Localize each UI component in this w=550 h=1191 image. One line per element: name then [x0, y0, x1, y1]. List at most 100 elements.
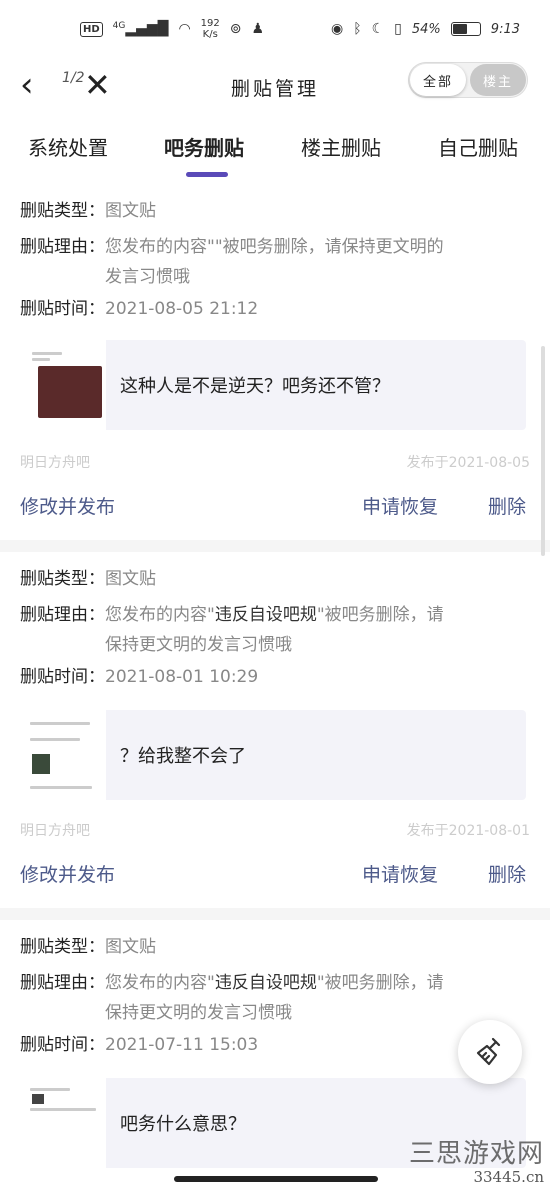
- time-value: 2021-08-05 21:12: [105, 299, 259, 319]
- request-restore-button[interactable]: 申请恢复: [362, 492, 438, 519]
- time-row: 删贴时间： 2021-08-05 21:12: [20, 294, 520, 324]
- page-indicator: 1/2: [62, 70, 85, 86]
- thumbnail-text-line: [30, 786, 92, 789]
- close-icon[interactable]: ✕: [84, 68, 111, 102]
- post-meta: 明日方舟吧 发布于2021-08-05: [20, 452, 530, 472]
- reason-value: 您发布的内容"违反自设吧规"被吧务删除，请 保持更文明的发言习惯哦: [105, 600, 444, 660]
- reason-prefix: 您发布的内容": [105, 605, 215, 625]
- back-arrow-icon[interactable]: ‹: [20, 68, 54, 104]
- do-not-disturb-icon: ☾: [371, 21, 385, 37]
- thumbnail-image: [32, 1094, 44, 1104]
- thumbnail-image: [38, 366, 102, 418]
- thumbnail-text-line: [30, 1108, 96, 1111]
- status-right: ◉ ᛒ ☾ ▯ 54% 9:13: [331, 21, 520, 37]
- thumbnail-text-line: [32, 352, 62, 355]
- battery-percent: 54%: [411, 21, 441, 37]
- tab-bar: 系统处置 吧务删贴 楼主删贴 自己删贴: [0, 128, 550, 178]
- delete-button[interactable]: 删除: [488, 492, 526, 519]
- type-value: 图文贴: [105, 569, 156, 589]
- delete-button[interactable]: 删除: [488, 860, 526, 887]
- filter-toggle[interactable]: 全部 楼主: [408, 62, 528, 98]
- reason-value: 您发布的内容"违反自设吧规"被吧务删除，请 保持更文明的发言习惯哦: [105, 968, 444, 1028]
- thumbnail-text-line: [30, 738, 80, 741]
- reason-highlight: 违反自设吧规: [214, 973, 317, 993]
- time-label: 删贴时间：: [20, 667, 105, 687]
- network-speed: 192 K/s: [201, 18, 220, 40]
- active-tab-indicator: [186, 172, 228, 177]
- reason-label: 删贴理由：: [20, 605, 105, 625]
- publish-date: 发布于2021-08-05: [406, 455, 530, 471]
- vibrate-icon: ▯: [394, 21, 402, 37]
- tab-owner-deleted[interactable]: 楼主删贴: [301, 132, 381, 161]
- time-row: 删贴时间： 2021-08-01 10:29: [20, 662, 520, 692]
- watermark-title: 三思游戏网: [408, 1139, 544, 1169]
- notification-app-icon: ⊚: [229, 21, 242, 37]
- type-label: 删贴类型：: [20, 569, 105, 589]
- toggle-owner-option[interactable]: 楼主: [470, 64, 526, 96]
- scrollbar[interactable]: [541, 346, 545, 556]
- reason-suffix: "被吧务删除，请: [316, 605, 444, 625]
- reason-row: 删贴理由： 您发布的内容"违反自设吧规"被吧务删除，请 保持更文明的发言习惯哦: [20, 968, 520, 1028]
- forum-name[interactable]: 明日方舟吧: [20, 452, 90, 472]
- reason-label: 删贴理由：: [20, 973, 105, 993]
- time-value: 2021-07-11 15:03: [105, 1035, 259, 1055]
- reason-line-1: 您发布的内容""被吧务删除，请保持更文明的: [105, 237, 444, 257]
- reason-row: 删贴理由： 您发布的内容""被吧务删除，请保持更文明的 发言习惯哦: [20, 232, 520, 292]
- post-preview[interactable]: ？给我整不会了: [20, 710, 526, 800]
- clock: 9:13: [490, 21, 520, 37]
- tab-system-handling[interactable]: 系统处置: [28, 132, 108, 161]
- tab-moderator-deleted[interactable]: 吧务删贴: [164, 132, 244, 161]
- reason-line-2: 保持更文明的发言习惯哦: [105, 635, 292, 655]
- speed-unit: K/s: [202, 29, 218, 40]
- post-thumbnail: [20, 1078, 106, 1168]
- thumbnail-text-line: [32, 358, 50, 361]
- type-value: 图文贴: [105, 201, 156, 221]
- reason-suffix: "被吧务删除，请: [316, 973, 444, 993]
- time-value: 2021-08-01 10:29: [105, 667, 259, 687]
- action-row: 修改并发布 申请恢复 删除: [20, 860, 530, 896]
- thumbnail-image: [32, 754, 50, 774]
- card-separator: [0, 540, 550, 552]
- type-value: 图文贴: [105, 937, 156, 957]
- toggle-all-option[interactable]: 全部: [410, 64, 466, 96]
- type-row: 删贴类型： 图文贴: [20, 196, 520, 226]
- broom-icon: [476, 1037, 501, 1066]
- deleted-post-card: 删贴类型： 图文贴 删贴理由： 您发布的内容""被吧务删除，请保持更文明的 发言…: [0, 190, 550, 538]
- card-separator: [0, 908, 550, 920]
- post-thumbnail: [20, 710, 106, 800]
- reason-row: 删贴理由： 您发布的内容"违反自设吧规"被吧务删除，请 保持更文明的发言习惯哦: [20, 600, 520, 660]
- home-indicator[interactable]: [174, 1176, 378, 1182]
- request-restore-button[interactable]: 申请恢复: [362, 860, 438, 887]
- bluetooth-icon: ᛒ: [353, 21, 362, 37]
- speed-value: 192: [200, 18, 220, 29]
- post-thumbnail: [20, 340, 106, 430]
- clear-broom-button[interactable]: [458, 1020, 522, 1084]
- status-left: HD 4G▂▄▆█ ◠ 192 K/s ⊚ ♟: [80, 18, 264, 40]
- type-label: 删贴类型：: [20, 201, 105, 221]
- publish-date: 发布于2021-08-01: [406, 823, 530, 839]
- network-type: 4G: [112, 21, 126, 31]
- reason-value: 您发布的内容""被吧务删除，请保持更文明的 发言习惯哦: [105, 232, 444, 292]
- deleted-post-card: 删贴类型： 图文贴 删贴理由： 您发布的内容"违反自设吧规"被吧务删除，请 保持…: [0, 558, 550, 906]
- action-row: 修改并发布 申请恢复 删除: [20, 492, 530, 528]
- wifi-icon: ◠: [178, 21, 191, 37]
- reason-label: 删贴理由：: [20, 237, 105, 257]
- post-content: 这种人是不是逆天？吧务还不管？: [120, 376, 390, 397]
- edit-republish-button[interactable]: 修改并发布: [20, 492, 115, 519]
- post-preview[interactable]: 这种人是不是逆天？吧务还不管？: [20, 340, 526, 430]
- post-content: 吧务什么意思？: [120, 1114, 246, 1135]
- forum-name[interactable]: 明日方舟吧: [20, 820, 90, 840]
- cellular-signal-icon: 4G▂▄▆█: [112, 21, 169, 37]
- thumbnail-text-line: [30, 722, 90, 725]
- type-label: 删贴类型：: [20, 937, 105, 957]
- tab-self-deleted[interactable]: 自己删贴: [438, 132, 518, 161]
- hd-badge: HD: [80, 21, 103, 37]
- battery-icon: [450, 22, 481, 36]
- eye-comfort-icon: ◉: [330, 21, 344, 37]
- type-row: 删贴类型： 图文贴: [20, 564, 520, 594]
- reason-prefix: 您发布的内容": [105, 973, 215, 993]
- reason-line-2: 发言习惯哦: [105, 267, 190, 287]
- post-content: ？给我整不会了: [120, 746, 246, 767]
- battery-level: [452, 24, 467, 34]
- edit-republish-button[interactable]: 修改并发布: [20, 860, 115, 887]
